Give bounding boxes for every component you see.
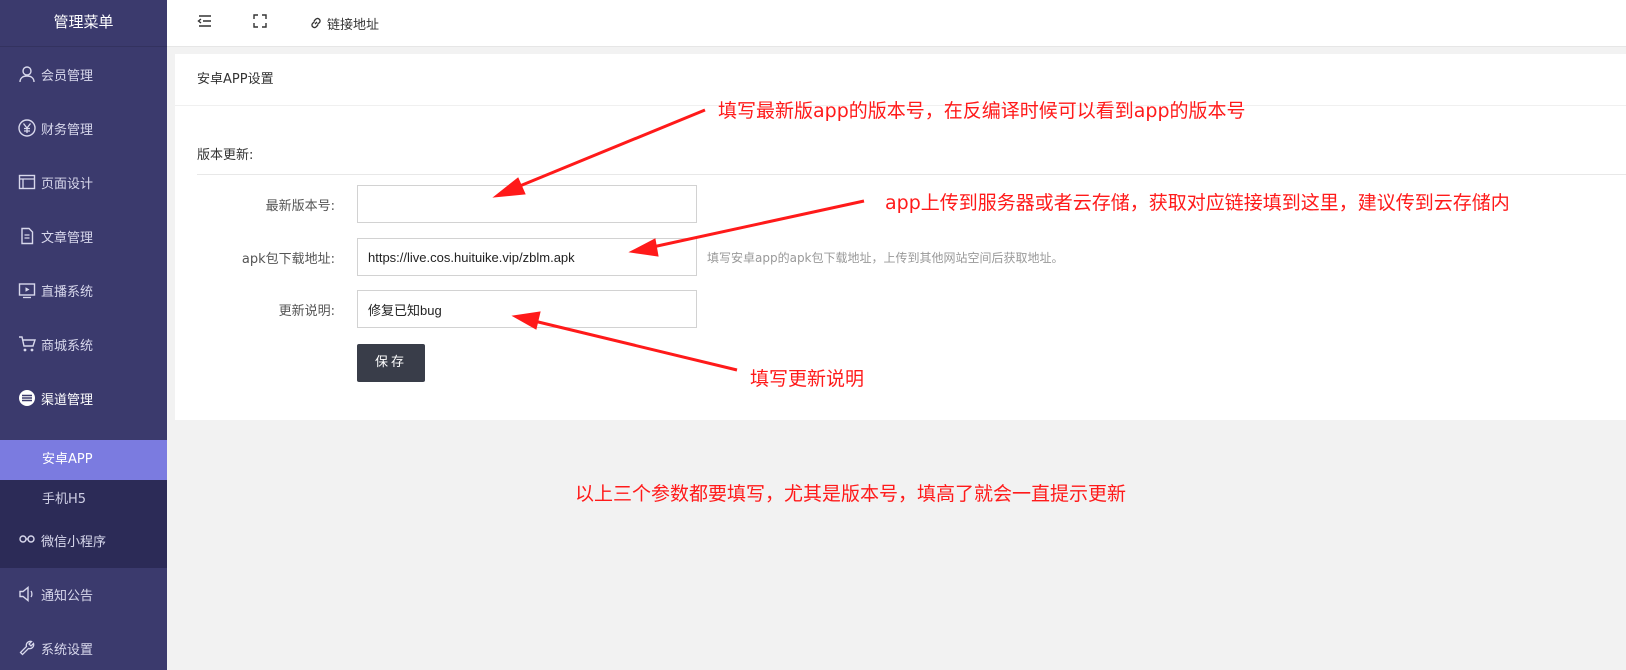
sidebar-item-label: 财务管理: [41, 122, 94, 138]
sidebar-item-live[interactable]: 直播系统: [0, 270, 167, 310]
link-icon: [309, 16, 323, 30]
fullscreen-icon: [252, 13, 268, 33]
version-label: 最新版本号:: [265, 199, 335, 214]
apk-url-label: apk包下载地址:: [241, 252, 335, 267]
sidebar-item-label: 直播系统: [41, 284, 94, 300]
sidebar-item-settings[interactable]: 系统设置: [0, 628, 167, 668]
cart-icon: [17, 334, 37, 354]
channel-icon: [17, 388, 37, 408]
sidebar-item-label: 系统设置: [41, 642, 94, 658]
link-address-button[interactable]: 链接地址: [309, 13, 379, 33]
sidebar-item-articles[interactable]: 文章管理: [0, 216, 167, 256]
annotation-version: 填写最新版app的版本号，在反编译时候可以看到app的版本号: [718, 100, 1246, 122]
fullscreen-button[interactable]: [252, 13, 268, 33]
annotation-summary: 以上三个参数都要填写，尤其是版本号，填高了就会一直提示更新: [575, 483, 1127, 505]
sidebar-item-page-design[interactable]: 页面设计: [0, 162, 167, 202]
sidebar-item-label: 页面设计: [41, 176, 94, 192]
sidebar-item-label: 渠道管理: [41, 392, 94, 408]
link-address-label: 链接地址: [327, 17, 380, 33]
video-icon: [17, 280, 37, 300]
sidebar-item-notices[interactable]: 通知公告: [0, 574, 167, 614]
collapse-menu-button[interactable]: [197, 13, 213, 33]
yen-icon: [17, 118, 37, 138]
layout-icon: [17, 172, 37, 192]
section-divider: [197, 174, 1626, 175]
sidebar-item-miniprogram[interactable]: 微信小程序: [0, 520, 167, 560]
wrench-icon: [17, 638, 37, 658]
menu-collapse-icon: [197, 13, 213, 33]
sidebar-subitem-android[interactable]: 安卓APP: [0, 440, 167, 480]
sidebar-subitem-h5[interactable]: 手机H5: [0, 480, 167, 520]
version-input[interactable]: [357, 185, 697, 223]
topbar: 链接地址: [167, 0, 1626, 47]
sidebar-title: 管理菜单: [0, 0, 167, 47]
notes-input[interactable]: [357, 290, 697, 328]
sidebar-item-members[interactable]: 会员管理: [0, 54, 167, 94]
notes-label: 更新说明:: [278, 304, 335, 319]
section-title: 版本更新:: [197, 148, 254, 163]
sidebar-item-label: 通知公告: [41, 588, 94, 604]
sidebar-item-channels[interactable]: 渠道管理: [0, 378, 167, 418]
speaker-icon: [17, 584, 37, 604]
annotation-notes: 填写更新说明: [750, 368, 865, 390]
save-button[interactable]: 保存: [357, 344, 425, 382]
sidebar-submenu: 安卓APP 手机H5 微信小程序: [0, 440, 167, 568]
apk-url-input[interactable]: [357, 238, 697, 276]
sidebar: 管理菜单 会员管理 财务管理 页面设计 文章管理 直播系统 商城系统 渠道管理 …: [0, 0, 167, 670]
wechat-icon: [17, 530, 37, 550]
document-icon: [17, 226, 37, 246]
annotation-apk: app上传到服务器或者云存储，获取对应链接填到这里，建议传到云存储内: [885, 192, 1510, 214]
apk-url-hint: 填写安卓app的apk包下载地址，上传到其他网站空间后获取地址。: [707, 251, 1064, 265]
sidebar-item-label: 会员管理: [41, 68, 94, 84]
user-icon: [17, 64, 37, 84]
sidebar-item-label: 商城系统: [41, 338, 94, 354]
sidebar-item-label: 文章管理: [41, 230, 94, 246]
sidebar-item-finance[interactable]: 财务管理: [0, 108, 167, 148]
sidebar-item-label: 微信小程序: [41, 534, 107, 550]
sidebar-item-shop[interactable]: 商城系统: [0, 324, 167, 364]
